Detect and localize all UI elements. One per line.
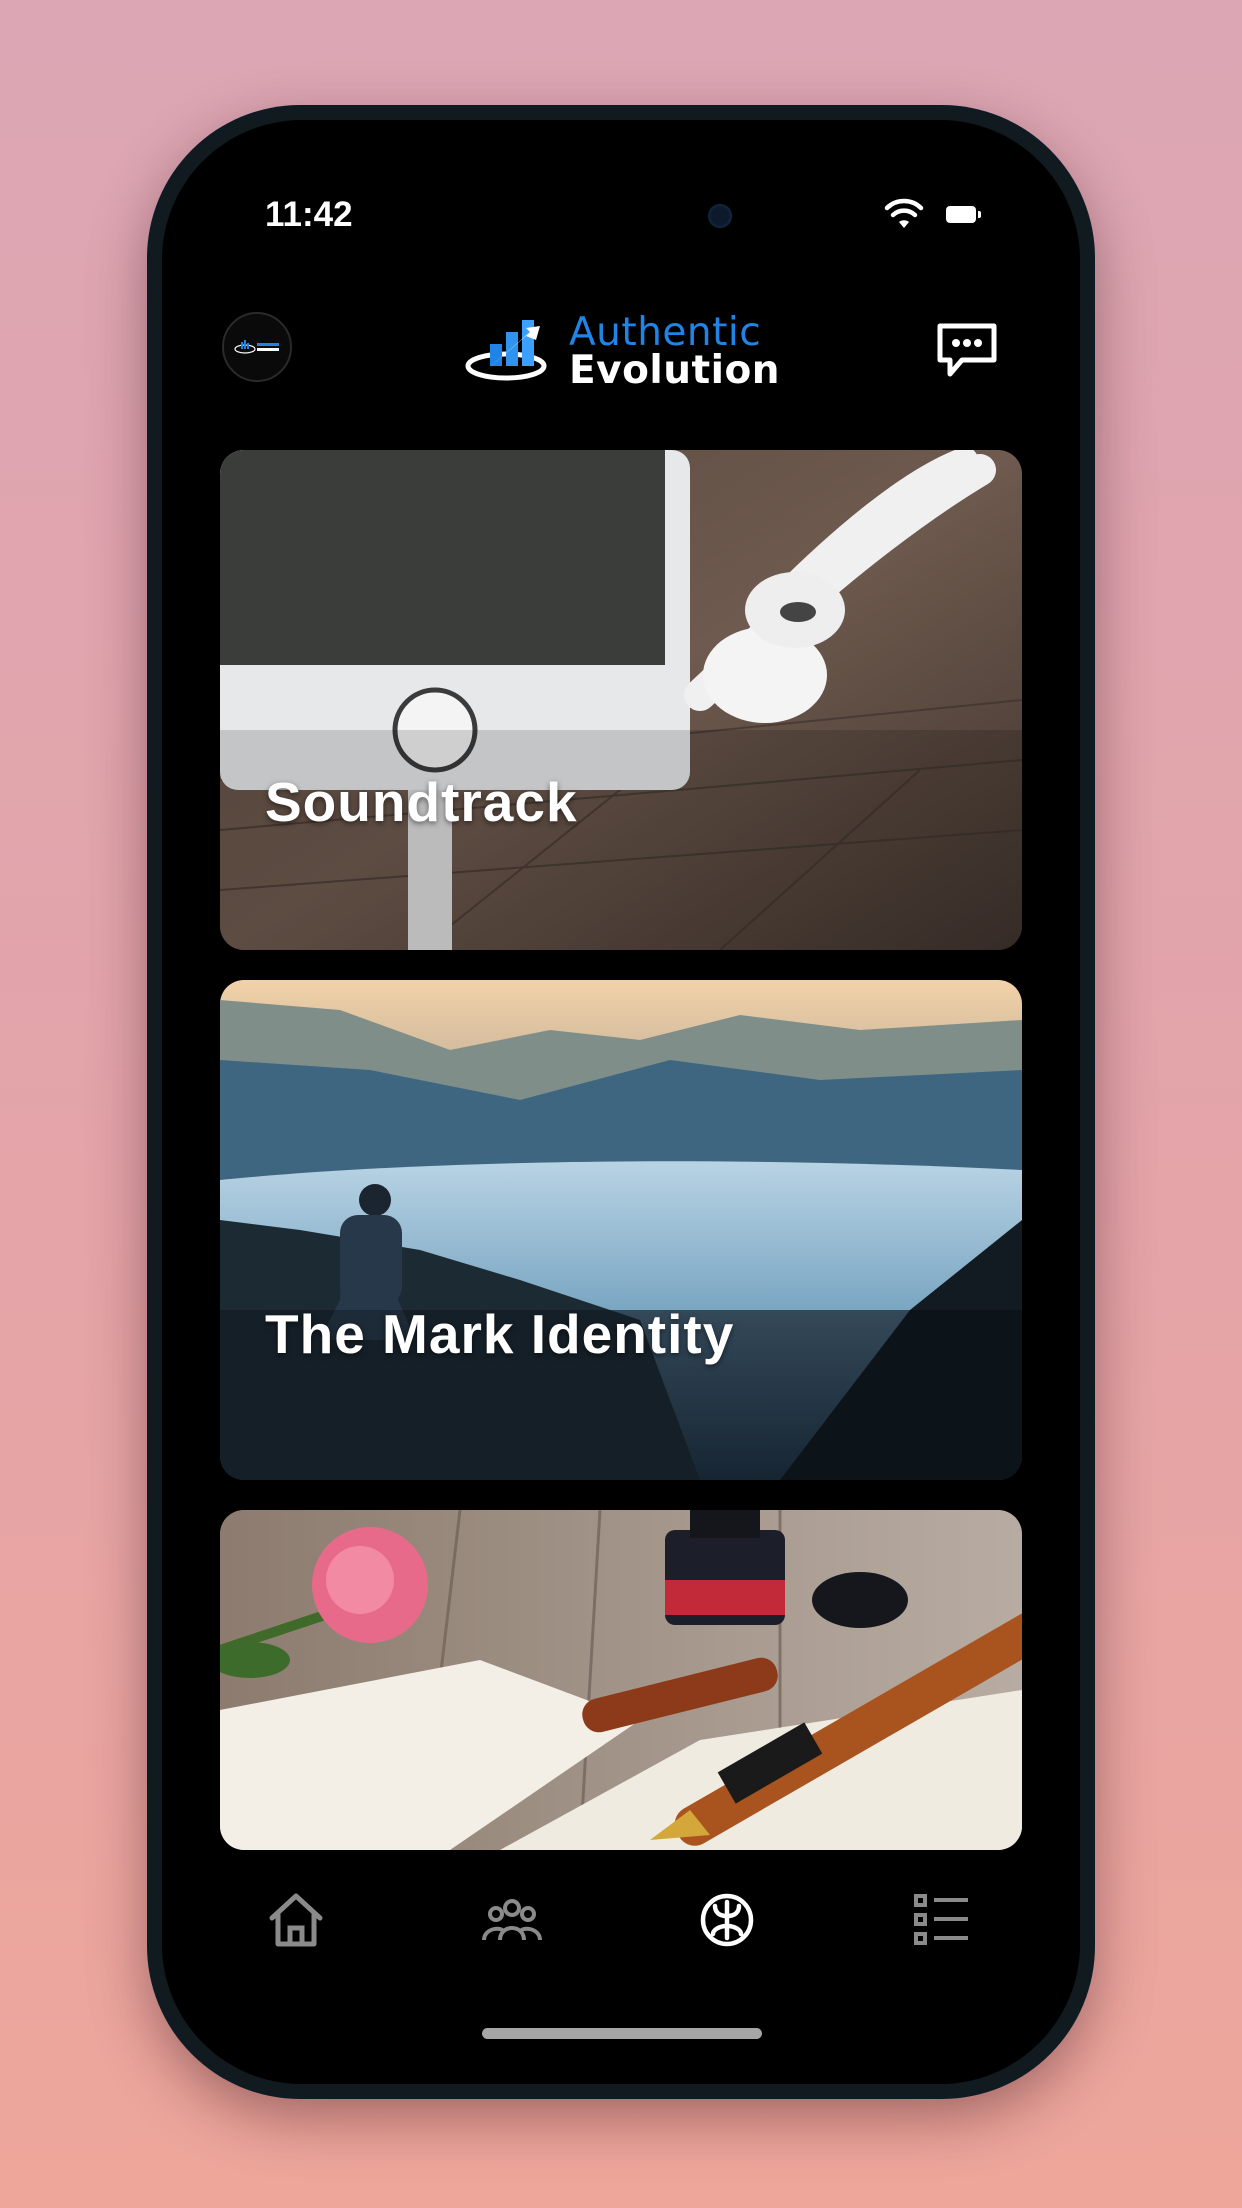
card-the-mark-identity[interactable]: The Mark Identity: [220, 980, 1022, 1480]
logo-chart-icon: [465, 320, 547, 381]
mountain-image: [220, 980, 1022, 1480]
app-screen: 11:42 Authentic Evolution Soundtrack The…: [162, 120, 1080, 2084]
tab-community[interactable]: [482, 1890, 542, 1950]
status-time: 11:42: [265, 195, 353, 234]
app-logo: Authentic Evolution: [464, 308, 784, 398]
card-soundtrack[interactable]: Soundtrack: [220, 450, 1022, 950]
soundtrack-image: [220, 450, 1022, 950]
pen-and-rose-image: [220, 1510, 1022, 1850]
profile-avatar[interactable]: [222, 312, 292, 382]
card-title: Soundtrack: [265, 771, 578, 833]
community-icon: [482, 1899, 542, 1941]
home-indicator[interactable]: [482, 2028, 762, 2039]
home-icon: [269, 1893, 323, 1947]
card-writing[interactable]: [220, 1510, 1022, 1850]
tab-home[interactable]: [266, 1890, 326, 1950]
brand-avatar-icon: [234, 340, 279, 354]
brain-icon: [700, 1893, 754, 1947]
card-title: The Mark Identity: [265, 1303, 735, 1365]
front-camera: [708, 204, 732, 228]
phone-frame: 11:42 Authentic Evolution Soundtrack The…: [150, 108, 1092, 2096]
list-icon: [914, 1894, 968, 1945]
battery-icon: [946, 206, 981, 223]
tab-mind[interactable]: [697, 1890, 757, 1950]
logo-text-evolution: Evolution: [569, 348, 781, 393]
chat-bubble-icon[interactable]: [934, 320, 1000, 380]
bottom-tab-bar: [162, 1850, 1080, 2084]
wifi-icon: [884, 198, 924, 228]
tab-list[interactable]: [912, 1890, 972, 1950]
